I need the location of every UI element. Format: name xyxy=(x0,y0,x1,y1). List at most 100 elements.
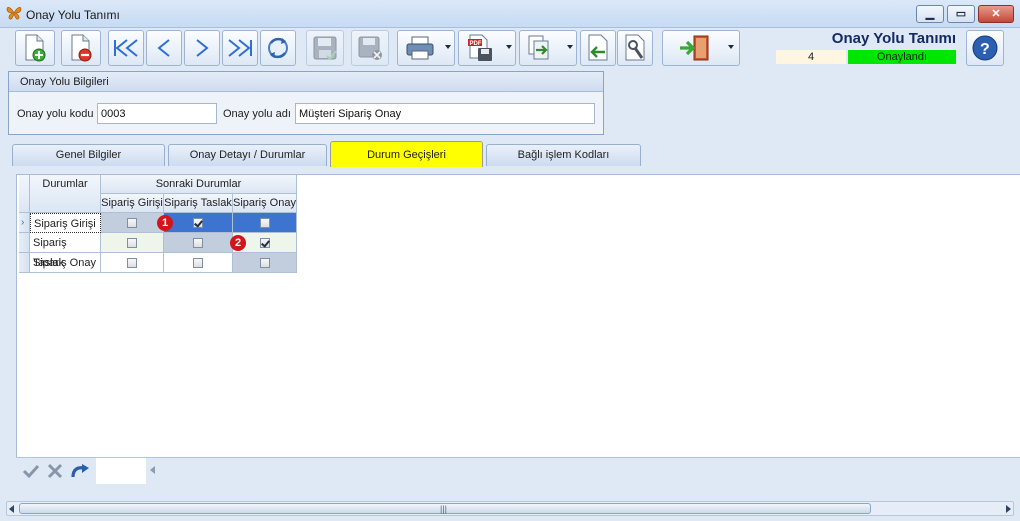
delete-document-icon xyxy=(71,34,92,62)
close-icon: ✕ xyxy=(991,8,1001,20)
row-indicator[interactable]: › xyxy=(19,213,30,233)
row-indicator[interactable] xyxy=(19,233,30,253)
minimize-button[interactable]: ▁ xyxy=(916,5,944,23)
tab-approval-detail[interactable]: Onay Detayı / Durumlar xyxy=(168,144,327,166)
grid-check-cell[interactable] xyxy=(164,233,233,253)
new-document-icon xyxy=(25,34,46,62)
refresh-icon xyxy=(268,37,288,59)
row-indicator[interactable] xyxy=(19,253,30,273)
transition-checkbox[interactable] xyxy=(260,218,270,228)
grid-check-cell[interactable] xyxy=(101,233,164,253)
transition-checkbox-checked[interactable] xyxy=(193,218,203,228)
subcolumn-header-order-entry[interactable]: Sipariş Girişi xyxy=(101,194,164,213)
table-row-status-name[interactable]: Sipariş Taslak xyxy=(30,233,101,269)
subcolumn-header-order-draft[interactable]: Sipariş Taslak xyxy=(164,194,233,213)
navigator-spacer xyxy=(96,458,146,484)
table-row-status-name[interactable]: Sipariş Girişi xyxy=(30,213,101,233)
grid-check-cell[interactable] xyxy=(164,213,233,233)
maximize-icon: ▭ xyxy=(955,8,967,20)
scroll-right-arrow-icon[interactable] xyxy=(1006,505,1011,513)
chevron-down-icon xyxy=(567,45,573,49)
import-icon xyxy=(588,34,608,61)
grid-check-cell[interactable] xyxy=(101,253,164,273)
chevron-down-icon xyxy=(728,45,734,49)
butterfly-app-icon xyxy=(6,7,22,20)
scroll-left-arrow-icon[interactable] xyxy=(9,505,14,513)
pdf-export-icon: PDF xyxy=(468,34,492,61)
close-button[interactable]: ✕ xyxy=(978,5,1014,23)
code-label: Onay yolu kodu xyxy=(17,108,94,120)
approval-path-name-input[interactable] xyxy=(295,103,595,124)
transition-checkbox[interactable] xyxy=(260,258,270,268)
grid-check-cell[interactable] xyxy=(233,213,297,233)
next-record-button[interactable] xyxy=(184,30,220,66)
transition-checkbox[interactable] xyxy=(127,238,137,248)
settings-button[interactable] xyxy=(617,30,653,66)
subcolumn-header-order-approval[interactable]: Sipariş Onay xyxy=(233,194,297,213)
exit-door-icon xyxy=(680,35,709,61)
help-button[interactable]: ? xyxy=(966,30,1004,66)
grid-navigator xyxy=(16,457,1020,484)
svg-text:?: ? xyxy=(980,41,990,58)
cancel-changes-button[interactable] xyxy=(351,30,389,66)
title-bar: Onay Yolu Tanımı ▁ ▭ ✕ xyxy=(0,0,1020,28)
print-icon xyxy=(406,36,434,60)
first-record-icon xyxy=(114,39,138,57)
minimize-icon: ▁ xyxy=(925,8,935,20)
window-title: Onay Yolu Tanımı xyxy=(26,8,120,22)
delete-record-button[interactable] xyxy=(61,30,101,66)
exit-button[interactable] xyxy=(662,30,740,66)
svg-text:PDF: PDF xyxy=(470,41,482,47)
table-row-status-name[interactable]: Sipariş Onay xyxy=(30,253,101,273)
refresh-button[interactable] xyxy=(260,30,296,66)
export-button[interactable] xyxy=(519,30,577,66)
grid-check-cell[interactable] xyxy=(233,253,297,273)
scroll-left-icon[interactable] xyxy=(150,466,155,474)
column-header-next-statuses: Sonraki Durumlar xyxy=(101,175,297,194)
save-button[interactable] xyxy=(306,30,344,66)
redo-icon[interactable] xyxy=(70,463,90,479)
maximize-button[interactable]: ▭ xyxy=(947,5,975,23)
annotation-marker-1: 1 xyxy=(157,215,173,231)
pdf-export-button[interactable]: PDF xyxy=(458,30,516,66)
first-record-button[interactable] xyxy=(108,30,144,66)
annotation-marker-2: 2 xyxy=(230,235,246,251)
scrollbar-thumb[interactable]: ||| xyxy=(19,503,871,514)
grid-corner xyxy=(19,175,30,213)
approval-path-info-group: Onay Yolu Bilgileri Onay yolu kodu Onay … xyxy=(8,71,604,135)
horizontal-scrollbar[interactable]: ||| xyxy=(6,501,1014,516)
group-header: Onay Yolu Bilgileri xyxy=(9,72,603,92)
chevron-down-icon xyxy=(506,45,512,49)
save-icon xyxy=(313,36,337,61)
grid-check-cell[interactable] xyxy=(101,213,164,233)
chevron-down-icon xyxy=(445,45,451,49)
accept-check-icon[interactable] xyxy=(22,463,40,479)
form-title: Onay Yolu Tanımı xyxy=(831,30,956,47)
transition-checkbox[interactable] xyxy=(127,218,137,228)
import-button[interactable] xyxy=(580,30,616,66)
cancel-save-icon xyxy=(358,36,382,60)
approval-path-code-input[interactable] xyxy=(97,103,217,124)
status-badge: Onaylandı xyxy=(848,50,956,64)
grid-check-cell[interactable] xyxy=(164,253,233,273)
print-button[interactable] xyxy=(397,30,455,66)
name-label: Onay yolu adı xyxy=(223,108,291,120)
cancel-x-icon[interactable] xyxy=(46,463,64,479)
tab-linked-process-codes[interactable]: Bağlı işlem Kodları xyxy=(486,144,641,166)
tab-status-transitions[interactable]: Durum Geçişleri xyxy=(330,141,483,167)
row-pointer-icon: › xyxy=(21,217,25,228)
record-number: 4 xyxy=(776,50,846,64)
transition-checkbox[interactable] xyxy=(127,258,137,268)
export-icon xyxy=(528,35,549,60)
last-record-icon xyxy=(228,39,252,57)
help-icon: ? xyxy=(972,35,998,61)
last-record-button[interactable] xyxy=(222,30,258,66)
transition-checkbox-checked[interactable] xyxy=(260,238,270,248)
transition-checkbox[interactable] xyxy=(193,258,203,268)
new-record-button[interactable] xyxy=(15,30,55,66)
transition-checkbox[interactable] xyxy=(193,238,203,248)
previous-record-button[interactable] xyxy=(146,30,182,66)
settings-tool-icon xyxy=(625,34,645,61)
tab-general-info[interactable]: Genel Bilgiler xyxy=(12,144,165,166)
column-header-statuses[interactable]: Durumlar xyxy=(30,175,101,213)
